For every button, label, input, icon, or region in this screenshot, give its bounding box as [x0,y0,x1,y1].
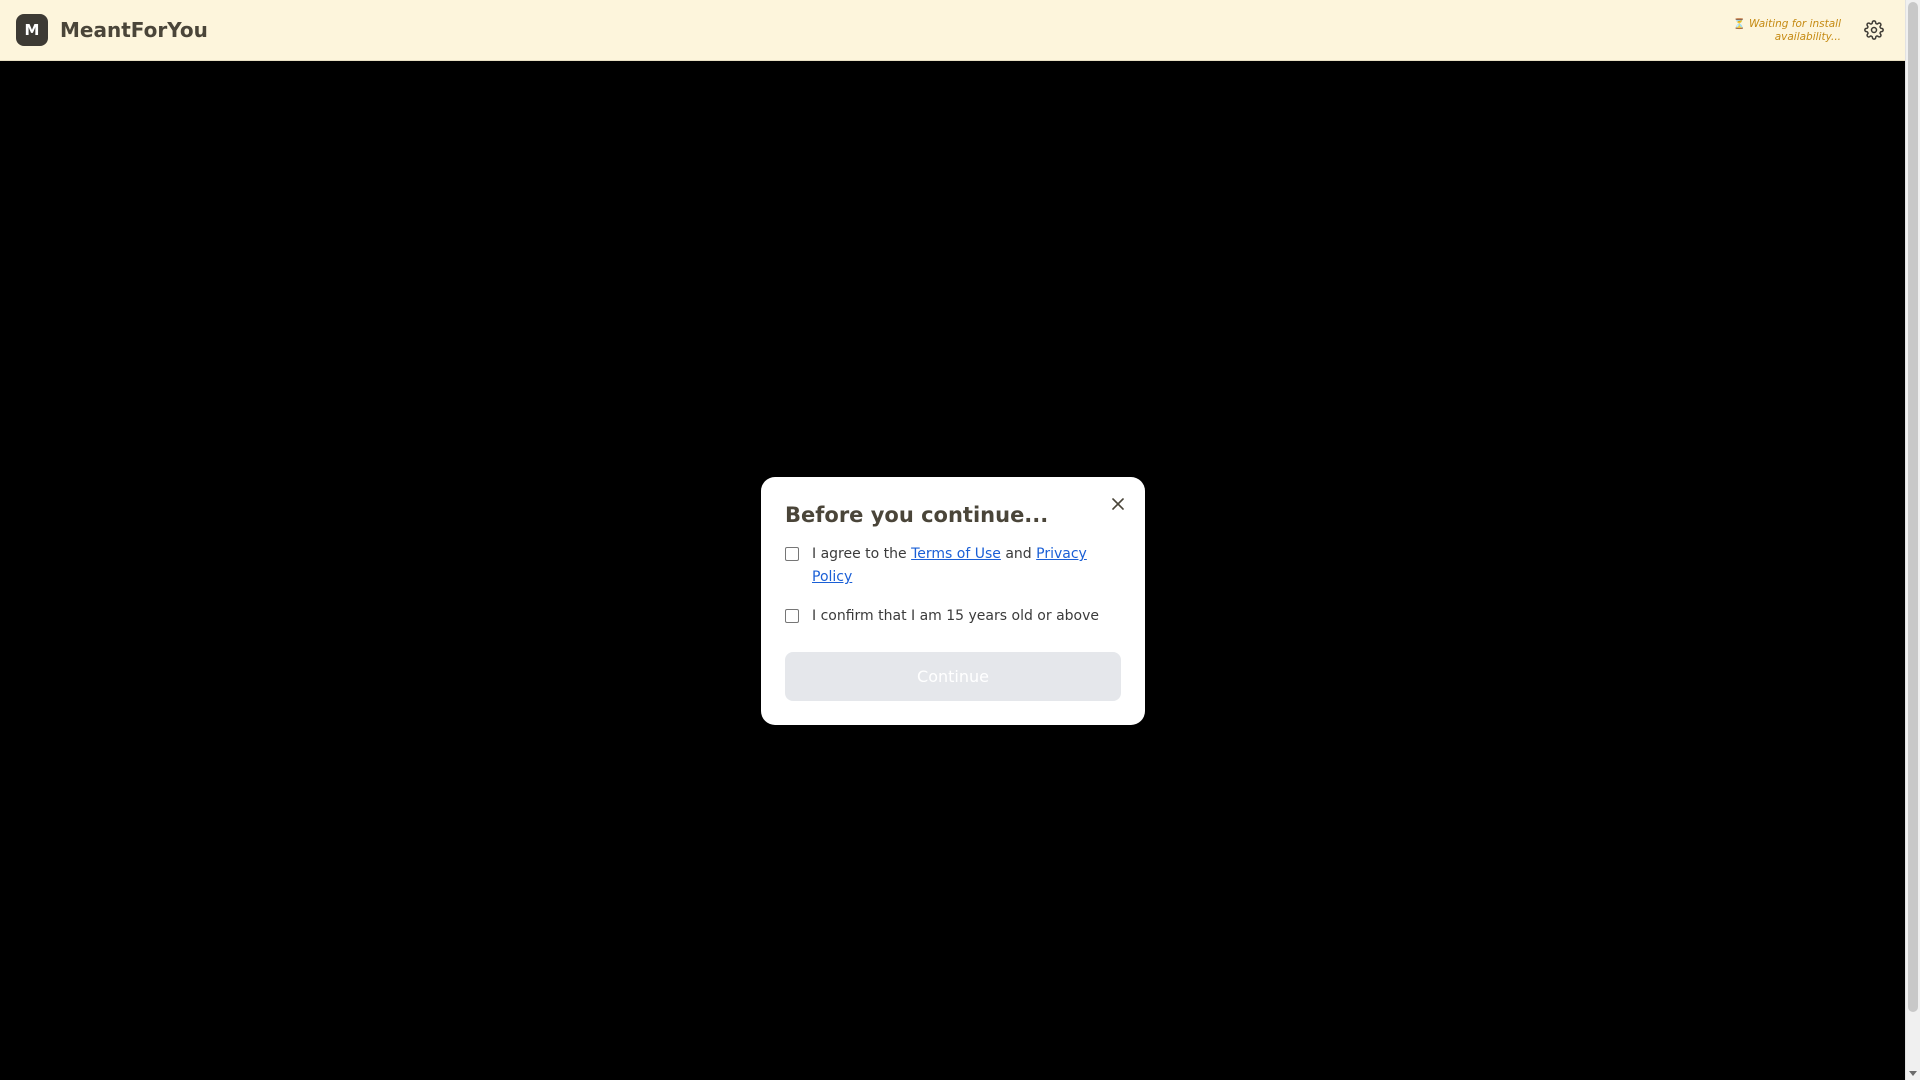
top-bar: M MeantForYou ⏳ Waiting for install avai… [0,0,1905,61]
gear-icon [1864,20,1884,40]
install-status: ⏳ Waiting for install availability... [1721,18,1841,43]
scroll-down-arrow-icon[interactable] [1909,1071,1917,1076]
consent-dialog: Before you continue... I agree to the Te… [761,477,1145,725]
age-consent-row: I confirm that I am 15 years old or abov… [785,605,1125,628]
terms-consent-label: I agree to the Terms of Use and Privacy … [812,543,1115,589]
logo-letter: M [24,21,40,39]
continue-button[interactable]: Continue [785,652,1121,701]
terms-checkbox[interactable] [785,547,799,561]
hourglass-icon: ⏳ [1733,19,1746,30]
terms-middle: and [1000,546,1037,562]
close-button[interactable] [1107,493,1129,515]
terms-prefix: I agree to the [812,546,912,562]
scrollbar-thumb[interactable] [1908,2,1918,1012]
close-icon [1112,498,1124,510]
vertical-scrollbar[interactable] [1905,0,1920,1080]
app-logo: M [16,14,48,46]
age-consent-label: I confirm that I am 15 years old or abov… [812,608,1099,624]
terms-of-use-link[interactable]: Terms of Use [911,546,1001,562]
terms-consent-row: I agree to the Terms of Use and Privacy … [785,543,1115,589]
settings-button[interactable] [1861,17,1887,43]
app-title: MeantForYou [60,18,208,42]
age-checkbox[interactable] [785,609,799,623]
dialog-title: Before you continue... [785,503,1049,527]
app-root: M MeantForYou ⏳ Waiting for install avai… [0,0,1920,1080]
install-status-text: Waiting for install availability... [1748,18,1841,43]
